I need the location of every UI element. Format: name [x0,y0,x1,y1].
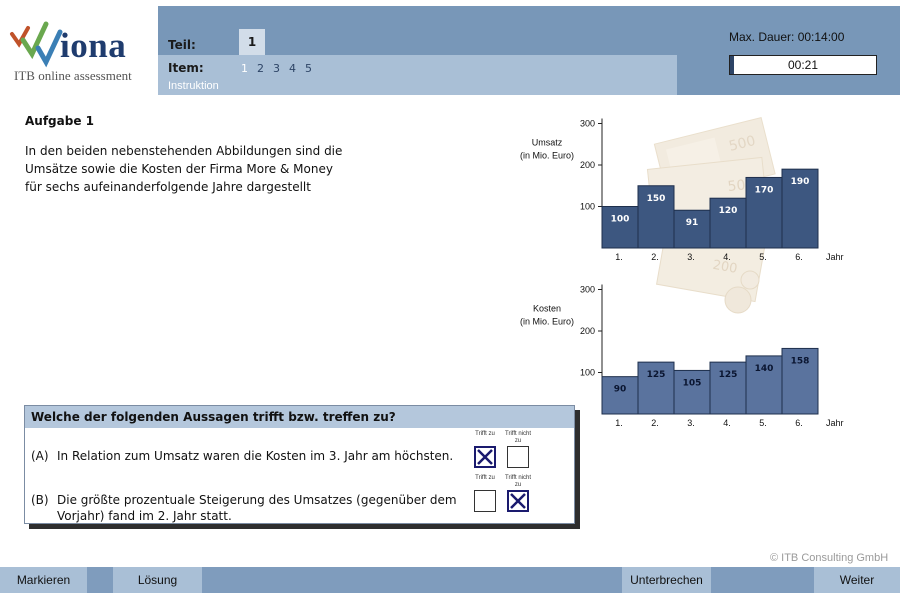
item-3-link[interactable]: 3 [273,62,280,75]
kosten-ytick-label: 100 [580,368,595,378]
kosten-xtick-label-6: 6. [795,418,803,428]
teil-label: Teil: [168,38,196,52]
umsatz-value-label-5: 170 [755,185,774,195]
kosten-value-label-2: 125 [647,370,666,380]
item-label: Item: [168,61,204,75]
kosten-value-label-3: 105 [683,378,702,388]
trifft-zu-label-b: Trifft zu [475,475,495,481]
umsatz-bar-3 [673,209,711,249]
umsatz-xtick-label-5: 5. [759,252,767,262]
statement-b-trifft-zu-checkbox[interactable] [474,490,496,512]
kosten-ylabel-line1: Kosten [533,304,561,314]
umsatz-value-label-4: 120 [719,206,738,216]
kosten-xlabel: Jahr [826,418,844,428]
trifft-nicht-zu-label-b: Trifft nicht zu [505,475,532,488]
kosten-value-label-6: 158 [791,356,810,366]
item-5-link[interactable]: 5 [305,62,312,75]
umsatz-ytick-label: 300 [580,119,595,129]
weiter-button[interactable]: Weiter [814,567,900,593]
logo-text: iona [60,26,127,65]
kosten-xtick-label-1: 1. [615,418,623,428]
umsatz-value-label-1: 100 [611,215,630,225]
kosten-value-label-1: 90 [614,385,627,395]
timer-value: 00:21 [787,58,819,72]
loesung-button[interactable]: Lösung [113,567,202,593]
item-2-link[interactable]: 2 [257,62,264,75]
kosten-xtick-label-3: 3. [687,418,695,428]
teil-value: 1 [239,29,265,55]
umsatz-bar-1 [601,206,639,249]
umsatz-ytick-label: 100 [580,202,595,212]
x-mark-icon [510,493,526,509]
umsatz-xtick-label-1: 1. [615,252,623,262]
umsatz-ytick-label: 200 [580,160,595,170]
kosten-xtick-label-5: 5. [759,418,767,428]
kosten-ylabel-line2: (in Mio. Euro) [520,317,574,327]
unterbrechen-button[interactable]: Unterbrechen [622,567,711,593]
kosten-ytick-label: 300 [580,285,595,295]
instruktion-link[interactable]: Instruktion [168,80,219,92]
trifft-zu-label-a: Trifft zu [475,431,495,437]
umsatz-ylabel-line2: (in Mio. Euro) [520,151,574,161]
kosten-xtick-label-4: 4. [723,418,731,428]
statement-b-text: Die größte prozentuale Steigerung des Um… [57,493,457,523]
charts-area: 500 500 200 100200300Umsatz(in Mio. Euro… [520,116,844,428]
statement-b-prefix: (B) [31,493,49,507]
question-box: Welche der folgenden Aussagen trifft bzw… [24,405,575,524]
umsatz-xtick-label-3: 3. [687,252,695,262]
umsatz-xtick-label-2: 2. [651,252,659,262]
statement-a-prefix: (A) [31,449,49,463]
item-band [158,55,677,95]
statement-a-text: In Relation zum Umsatz waren die Kosten … [57,449,454,463]
umsatz-xlabel: Jahr [826,252,844,262]
umsatz-value-label-2: 150 [647,194,666,204]
item-4-link[interactable]: 4 [289,62,296,75]
kosten-ytick-label: 200 [580,326,595,336]
umsatz-value-label-6: 190 [791,177,810,187]
kosten-value-label-4: 125 [719,370,738,380]
umsatz-value-label-3: 91 [686,218,699,228]
question-header: Welche der folgenden Aussagen trifft bzw… [25,406,574,428]
x-mark-icon [477,449,493,465]
statement-b-trifft-nicht-zu-checkbox[interactable] [507,490,529,512]
item-1-link[interactable]: 1 [241,62,248,75]
max-duration-text: Max. Dauer: 00:14:00 [729,30,845,44]
task-title: Aufgabe 1 [25,114,94,128]
statement-a-trifft-zu-checkbox[interactable] [474,446,496,468]
umsatz-ylabel-line1: Umsatz [532,138,563,148]
logo-subtitle: ITB online assessment [14,68,132,83]
kosten-value-label-5: 140 [755,364,774,374]
task-text: In den beiden nebenstehenden Abbildungen… [25,144,343,194]
trifft-nicht-zu-label-a: Trifft nicht zu [505,431,532,444]
umsatz-xtick-label-6: 6. [795,252,803,262]
statement-a-trifft-nicht-zu-checkbox[interactable] [507,446,529,468]
timer-box: 00:21 [729,55,877,75]
kosten-xtick-label-2: 2. [651,418,659,428]
kosten-bar-3 [673,369,711,415]
copyright-text: © ITB Consulting GmbH [770,552,889,564]
kosten-bar-1 [601,376,639,415]
markieren-button[interactable]: Markieren [0,567,87,593]
item-navigation: 12345 [241,62,312,75]
umsatz-xtick-label-4: 4. [723,252,731,262]
